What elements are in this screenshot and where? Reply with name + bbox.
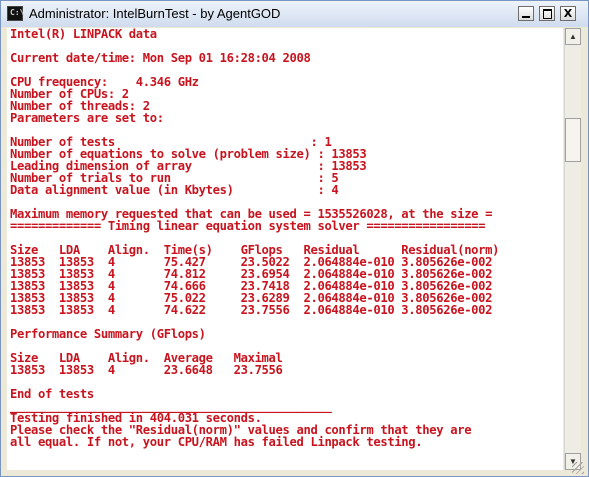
console-output[interactable]: Intel(R) LINPACK data Current date/time: … <box>7 28 563 470</box>
maximize-button[interactable] <box>539 6 555 21</box>
close-button[interactable]: X <box>560 6 576 21</box>
console-line: Intel(R) LINPACK data <box>10 28 157 41</box>
console-line: ============= Timing linear equation sys… <box>10 219 486 233</box>
console-window: C:\ Administrator: IntelBurnTest - by Ag… <box>0 0 589 477</box>
scroll-thumb[interactable] <box>565 118 581 162</box>
console-line: Parameters are set to: <box>10 111 164 125</box>
title-bar[interactable]: C:\ Administrator: IntelBurnTest - by Ag… <box>1 1 588 27</box>
console-line: Current date/time: Mon Sep 01 16:28:04 2… <box>10 51 311 65</box>
console-icon[interactable]: C:\ <box>7 6 25 21</box>
console-text: Intel(R) LINPACK data Current date/time: … <box>10 28 499 460</box>
window-title: Administrator: IntelBurnTest - by AgentG… <box>29 6 281 21</box>
console-line: Performance Summary (GFlops) <box>10 327 206 341</box>
resize-grip[interactable] <box>572 462 584 474</box>
console-line: all equal. If not, your CPU/RAM has fail… <box>10 435 423 449</box>
console-line: 13853 13853 4 23.6648 23.7556 <box>10 363 283 377</box>
minimize-button[interactable] <box>518 6 534 21</box>
maximize-icon <box>542 8 552 19</box>
scroll-up-button[interactable]: ▲ <box>565 28 581 45</box>
vertical-scrollbar[interactable]: ▲ ▼ <box>564 28 581 470</box>
console-icon-text: C:\ <box>10 8 25 17</box>
minimize-icon <box>522 15 530 18</box>
console-line: 13853 13853 4 74.622 23.7556 2.064884e-0… <box>10 303 493 317</box>
console-line: Data alignment value (in Kbytes) : 4 <box>10 183 339 197</box>
